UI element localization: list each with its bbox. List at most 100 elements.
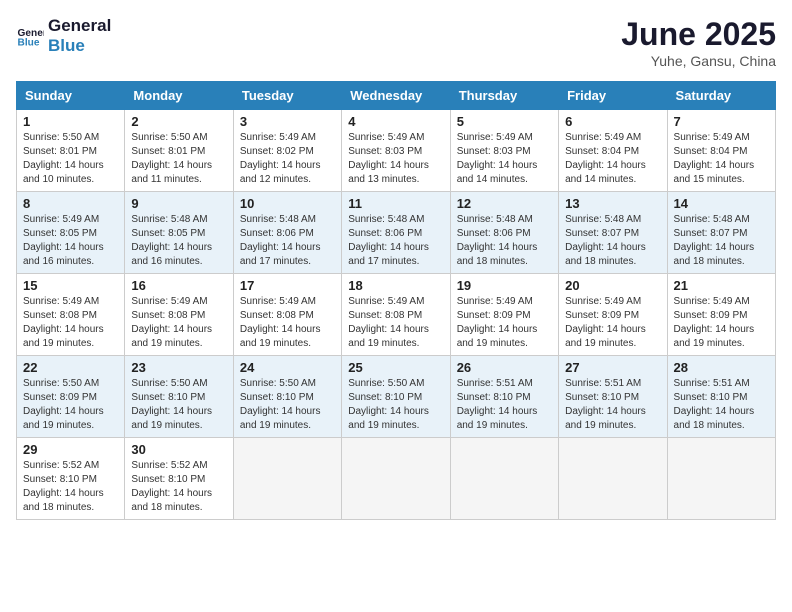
day-cell-28: 28 Sunrise: 5:51 AMSunset: 8:10 PMDayligh… [667, 356, 775, 438]
day-number: 29 [23, 442, 118, 457]
empty-cell [233, 438, 341, 520]
calendar-row-1: 1Sunrise: 5:50 AMSunset: 8:01 PMDaylight… [17, 110, 776, 192]
day-info: Sunrise: 5:50 AMSunset: 8:10 PMDaylight:… [131, 377, 226, 433]
calendar-row-4: 22 Sunrise: 5:50 AMSunset: 8:09 PMDayligh… [17, 356, 776, 438]
location: Yuhe, Gansu, China [621, 53, 776, 69]
logo-icon: General Blue [16, 22, 44, 50]
day-number: 19 [457, 278, 552, 293]
day-cell-24: 24 Sunrise: 5:50 AMSunset: 8:10 PMDayligh… [233, 356, 341, 438]
day-info: Sunrise: 5:50 AMSunset: 8:10 PMDaylight:… [240, 377, 335, 433]
day-info: Sunrise: 5:51 AMSunset: 8:10 PMDaylight:… [674, 377, 769, 433]
day-info: Sunrise: 5:49 AMSunset: 8:08 PMDaylight:… [23, 295, 118, 351]
logo-blue: Blue [48, 36, 111, 56]
day-number: 24 [240, 360, 335, 375]
calendar-table: SundayMondayTuesdayWednesdayThursdayFrid… [16, 81, 776, 520]
day-info: Sunrise: 5:49 AMSunset: 8:04 PMDaylight:… [565, 131, 660, 187]
day-number: 23 [131, 360, 226, 375]
day-cell-25: 25 Sunrise: 5:50 AMSunset: 8:10 PMDayligh… [342, 356, 450, 438]
day-cell-9: 9 Sunrise: 5:48 AMSunset: 8:05 PMDaylight… [125, 192, 233, 274]
day-number: 17 [240, 278, 335, 293]
day-cell-22: 22 Sunrise: 5:50 AMSunset: 8:09 PMDayligh… [17, 356, 125, 438]
day-cell-13: 13 Sunrise: 5:48 AMSunset: 8:07 PMDayligh… [559, 192, 667, 274]
month-title: June 2025 [621, 16, 776, 53]
day-cell-7: 7 Sunrise: 5:49 AMSunset: 8:04 PMDaylight… [667, 110, 775, 192]
day-cell-11: 11 Sunrise: 5:48 AMSunset: 8:06 PMDayligh… [342, 192, 450, 274]
logo-general: General [48, 16, 111, 36]
day-cell-26: 26Sunrise: 5:51 AMSunset: 8:10 PMDayligh… [450, 356, 558, 438]
day-info: Sunrise: 5:51 AMSunset: 8:10 PMDaylight:… [457, 377, 552, 433]
day-cell-30: 30Sunrise: 5:52 AMSunset: 8:10 PMDayligh… [125, 438, 233, 520]
day-header-thursday: Thursday [450, 82, 558, 110]
day-number: 2 [131, 114, 226, 129]
day-cell-4: 4 Sunrise: 5:49 AMSunset: 8:03 PMDaylight… [342, 110, 450, 192]
day-cell-14: 14 Sunrise: 5:48 AMSunset: 8:07 PMDayligh… [667, 192, 775, 274]
day-number: 7 [674, 114, 769, 129]
page-header: General Blue General Blue June 2025 Yuhe… [16, 16, 776, 69]
day-cell-23: 23 Sunrise: 5:50 AMSunset: 8:10 PMDayligh… [125, 356, 233, 438]
day-cell-27: 27 Sunrise: 5:51 AMSunset: 8:10 PMDayligh… [559, 356, 667, 438]
day-number: 4 [348, 114, 443, 129]
calendar-row-3: 15 Sunrise: 5:49 AMSunset: 8:08 PMDayligh… [17, 274, 776, 356]
day-cell-5: 5 Sunrise: 5:49 AMSunset: 8:03 PMDaylight… [450, 110, 558, 192]
day-cell-20: 20 Sunrise: 5:49 AMSunset: 8:09 PMDayligh… [559, 274, 667, 356]
day-cell-16: 16 Sunrise: 5:49 AMSunset: 8:08 PMDayligh… [125, 274, 233, 356]
calendar-row-5: 29 Sunrise: 5:52 AMSunset: 8:10 PMDayligh… [17, 438, 776, 520]
day-number: 21 [674, 278, 769, 293]
day-info: Sunrise: 5:48 AMSunset: 8:06 PMDaylight:… [348, 213, 443, 269]
day-info: Sunrise: 5:51 AMSunset: 8:10 PMDaylight:… [565, 377, 660, 433]
day-number: 10 [240, 196, 335, 211]
day-cell-18: 18Sunrise: 5:49 AMSunset: 8:08 PMDayligh… [342, 274, 450, 356]
day-number: 12 [457, 196, 552, 211]
day-info: Sunrise: 5:49 AMSunset: 8:08 PMDaylight:… [240, 295, 335, 351]
day-number: 15 [23, 278, 118, 293]
day-number: 16 [131, 278, 226, 293]
day-cell-21: 21Sunrise: 5:49 AMSunset: 8:09 PMDayligh… [667, 274, 775, 356]
day-cell-19: 19 Sunrise: 5:49 AMSunset: 8:09 PMDayligh… [450, 274, 558, 356]
day-cell-3: 3 Sunrise: 5:49 AMSunset: 8:02 PMDaylight… [233, 110, 341, 192]
day-header-sunday: Sunday [17, 82, 125, 110]
day-number: 22 [23, 360, 118, 375]
empty-cell [342, 438, 450, 520]
day-info: Sunrise: 5:50 AMSunset: 8:09 PMDaylight:… [23, 377, 118, 433]
day-info: Sunrise: 5:49 AMSunset: 8:05 PMDaylight:… [23, 213, 118, 269]
day-number: 3 [240, 114, 335, 129]
empty-cell [559, 438, 667, 520]
day-number: 8 [23, 196, 118, 211]
svg-text:Blue: Blue [18, 37, 40, 48]
day-cell-6: 6 Sunrise: 5:49 AMSunset: 8:04 PMDaylight… [559, 110, 667, 192]
day-info: Sunrise: 5:48 AMSunset: 8:06 PMDaylight:… [240, 213, 335, 269]
day-number: 13 [565, 196, 660, 211]
day-number: 28 [674, 360, 769, 375]
day-info: Sunrise: 5:49 AMSunset: 8:02 PMDaylight:… [240, 131, 335, 187]
day-number: 6 [565, 114, 660, 129]
day-number: 30 [131, 442, 226, 457]
day-info: Sunrise: 5:48 AMSunset: 8:07 PMDaylight:… [674, 213, 769, 269]
day-number: 5 [457, 114, 552, 129]
day-number: 27 [565, 360, 660, 375]
day-cell-15: 15 Sunrise: 5:49 AMSunset: 8:08 PMDayligh… [17, 274, 125, 356]
day-info: Sunrise: 5:49 AMSunset: 8:08 PMDaylight:… [131, 295, 226, 351]
day-number: 11 [348, 196, 443, 211]
day-info: Sunrise: 5:49 AMSunset: 8:03 PMDaylight:… [348, 131, 443, 187]
day-info: Sunrise: 5:49 AMSunset: 8:09 PMDaylight:… [457, 295, 552, 351]
day-cell-1: 1Sunrise: 5:50 AMSunset: 8:01 PMDaylight… [17, 110, 125, 192]
day-info: Sunrise: 5:48 AMSunset: 8:07 PMDaylight:… [565, 213, 660, 269]
day-info: Sunrise: 5:49 AMSunset: 8:04 PMDaylight:… [674, 131, 769, 187]
title-block: June 2025 Yuhe, Gansu, China [621, 16, 776, 69]
day-number: 18 [348, 278, 443, 293]
day-number: 9 [131, 196, 226, 211]
day-number: 20 [565, 278, 660, 293]
day-info: Sunrise: 5:48 AMSunset: 8:06 PMDaylight:… [457, 213, 552, 269]
day-header-friday: Friday [559, 82, 667, 110]
day-info: Sunrise: 5:50 AMSunset: 8:10 PMDaylight:… [348, 377, 443, 433]
day-info: Sunrise: 5:50 AMSunset: 8:01 PMDaylight:… [131, 131, 226, 187]
day-info: Sunrise: 5:52 AMSunset: 8:10 PMDaylight:… [23, 459, 118, 515]
day-info: Sunrise: 5:49 AMSunset: 8:09 PMDaylight:… [565, 295, 660, 351]
day-cell-12: 12 Sunrise: 5:48 AMSunset: 8:06 PMDayligh… [450, 192, 558, 274]
day-number: 14 [674, 196, 769, 211]
day-cell-2: 2 Sunrise: 5:50 AMSunset: 8:01 PMDaylight… [125, 110, 233, 192]
calendar-row-2: 8 Sunrise: 5:49 AMSunset: 8:05 PMDaylight… [17, 192, 776, 274]
day-info: Sunrise: 5:49 AMSunset: 8:03 PMDaylight:… [457, 131, 552, 187]
day-number: 25 [348, 360, 443, 375]
day-info: Sunrise: 5:48 AMSunset: 8:05 PMDaylight:… [131, 213, 226, 269]
